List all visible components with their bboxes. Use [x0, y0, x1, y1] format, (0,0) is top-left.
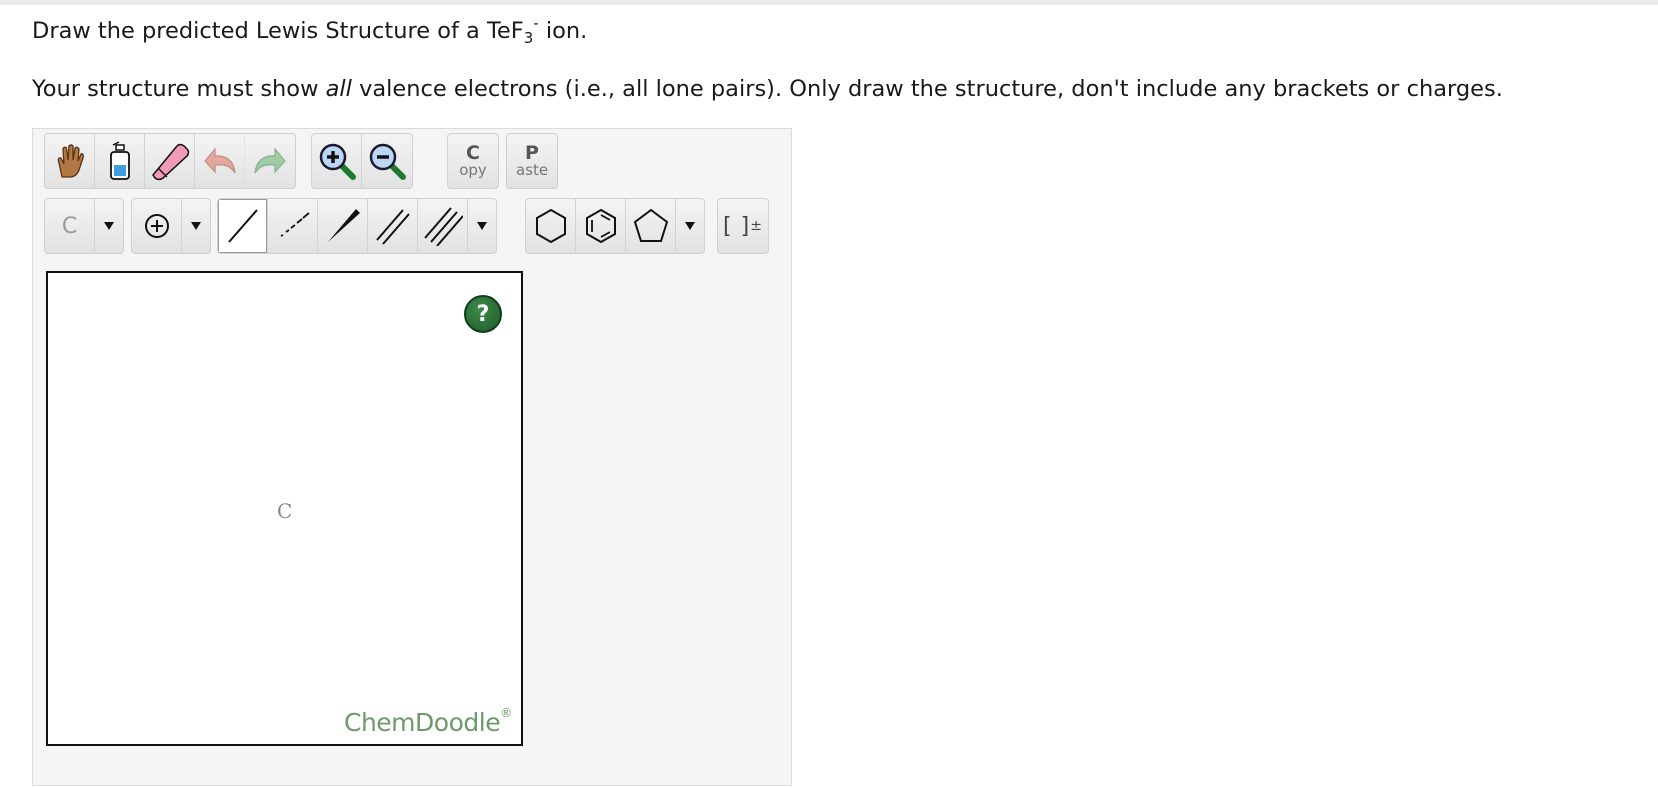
registered-mark: ® [500, 706, 512, 720]
tool-group-zoom [311, 133, 413, 189]
zoom-out-icon [369, 143, 406, 180]
instructions-before: Your structure must show [32, 76, 326, 102]
charge-button[interactable] [132, 199, 182, 253]
chevron-down-icon [477, 222, 487, 230]
chevron-down-icon [685, 222, 695, 230]
double-bond-icon [375, 209, 410, 245]
atom-label-button[interactable]: C [45, 199, 95, 253]
dashed-bond-button[interactable] [268, 199, 318, 253]
redo-icon [254, 147, 286, 174]
ring-dropdown-button[interactable] [676, 199, 704, 253]
chemdoodle-editor: C opy P aste C [] ± ? C ChemDoodle® [32, 128, 792, 786]
hand-icon [57, 144, 84, 178]
instructions-emphasis: all [325, 76, 352, 102]
question-prefix: Draw the predicted Lewis Structure of a … [32, 18, 524, 44]
dashed-bond-icon [280, 212, 310, 237]
pentagon-ring-icon [633, 208, 668, 242]
charge-tool-group [131, 198, 211, 254]
charge-dropdown-button[interactable] [182, 199, 210, 253]
pentagon-ring-button[interactable] [626, 199, 676, 253]
zoom-in-icon [319, 143, 356, 180]
redo-button[interactable] [245, 134, 295, 188]
single-bond-button[interactable] [218, 199, 268, 253]
bracket-label: [ ] [723, 213, 751, 239]
copy-button[interactable]: C opy [448, 134, 498, 188]
drawing-canvas[interactable]: ? C ChemDoodle® [46, 271, 523, 746]
top-divider [0, 0, 1658, 5]
triple-bond-icon [423, 207, 463, 246]
eraser-icon [151, 143, 189, 181]
triple-bond-button[interactable] [418, 199, 468, 253]
paste-button-rest: aste [515, 161, 549, 179]
pan-button[interactable] [45, 134, 95, 188]
instructions-text: Your structure must show all valence ele… [32, 73, 1503, 105]
benzene-ring-icon [585, 208, 616, 244]
hexagon-ring-button[interactable] [526, 199, 576, 253]
tool-group-edit [44, 133, 296, 189]
question-suffix: ion. [538, 18, 588, 44]
atom-label: C [61, 213, 78, 239]
copy-button-letter: C [466, 142, 480, 164]
chevron-down-icon [104, 222, 114, 230]
atom-tool-group: C [44, 198, 124, 254]
chemdoodle-watermark: ChemDoodle® [344, 706, 512, 737]
clear-bottle-icon [109, 141, 130, 180]
wedge-bond-button[interactable] [318, 199, 368, 253]
undo-button[interactable] [195, 134, 245, 188]
double-bond-button[interactable] [368, 199, 418, 253]
undo-icon [203, 147, 236, 174]
chevron-down-icon [191, 222, 201, 230]
copy-button-group: C opy [447, 133, 499, 189]
clear-button[interactable] [95, 134, 145, 188]
hexagon-ring-icon [535, 208, 566, 244]
benzene-ring-button[interactable] [576, 199, 626, 253]
copy-button-rest: opy [459, 161, 487, 179]
instructions-after: valence electrons (i.e., all lone pairs)… [351, 76, 1503, 102]
watermark-text: ChemDoodle [344, 708, 501, 737]
ring-tool-group [525, 198, 705, 254]
canvas-atom-label: C [277, 499, 293, 523]
paste-button[interactable]: P aste [507, 134, 557, 188]
bracket-charge-button[interactable]: [ ] ± [718, 199, 768, 253]
atom-dropdown-button[interactable] [95, 199, 123, 253]
bond-dropdown-button[interactable] [468, 199, 496, 253]
bond-tool-group [217, 198, 497, 254]
zoom-in-button[interactable] [312, 134, 362, 188]
wedge-bond-icon [327, 209, 360, 242]
erase-button[interactable] [145, 134, 195, 188]
help-button[interactable]: ? [464, 295, 502, 333]
question-text: Draw the predicted Lewis Structure of a … [32, 15, 587, 47]
single-bond-icon [227, 209, 258, 243]
formula-subscript: 3 [523, 29, 534, 47]
zoom-out-button[interactable] [362, 134, 412, 188]
bracket-tool-group: [ ] ± [717, 198, 769, 254]
paste-button-group: P aste [506, 133, 558, 189]
paste-button-letter: P [525, 142, 539, 164]
charge-plus-icon [144, 214, 169, 238]
